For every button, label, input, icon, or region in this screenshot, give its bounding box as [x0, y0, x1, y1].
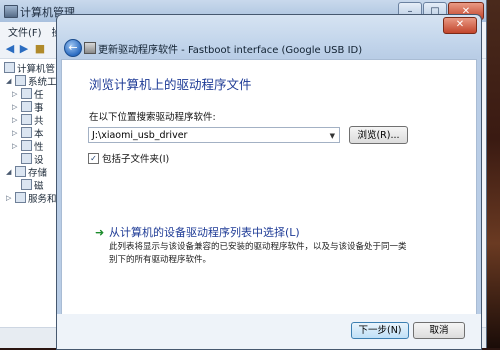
page-heading: 浏览计算机上的驱动程序文件	[89, 77, 252, 92]
tree-item-label: 本	[34, 128, 44, 140]
forward-arrow-icon[interactable]: ▶	[18, 43, 30, 55]
local-users-icon	[21, 127, 32, 138]
shared-folders-icon	[21, 114, 32, 125]
tree-item-label: 性	[34, 141, 44, 153]
expand-arrow-icon[interactable]: ▷	[12, 90, 19, 98]
tree-item[interactable]: 计算机管	[4, 61, 56, 75]
tree-item[interactable]: ▷ 性	[12, 139, 44, 153]
search-location-label: 在以下位置搜索驱动程序软件:	[89, 112, 216, 123]
tree-item-label: 磁	[34, 180, 44, 192]
green-arrow-icon: ➜	[95, 226, 105, 239]
pick-from-list-link[interactable]: 从计算机的设备驱动程序列表中选择(L)	[109, 224, 300, 240]
expand-arrow-icon[interactable]: ▷	[12, 129, 19, 137]
expand-arrow-icon[interactable]: ◢	[6, 77, 13, 85]
expand-arrow-icon[interactable]: ◢	[6, 168, 13, 176]
dropdown-arrow-icon[interactable]: ▼	[330, 128, 335, 144]
tree-item-label: 事	[34, 102, 44, 114]
back-arrow-icon[interactable]: ◀	[4, 43, 16, 55]
device-manager-icon	[21, 153, 32, 164]
driver-path-value: J:\xiaomi_usb_driver	[92, 130, 188, 141]
dialog-footer: 下一步(N) 取消	[57, 314, 481, 349]
computer-icon	[4, 62, 15, 73]
tree-item-label: 任	[34, 89, 44, 101]
storage-icon	[15, 166, 26, 177]
tree-item-label: 共	[34, 115, 44, 127]
menu-file[interactable]: 文件(F)	[4, 23, 46, 40]
computer-management-icon	[4, 5, 18, 18]
back-button[interactable]: ←	[64, 39, 82, 57]
tree-item-label: 计算机管	[17, 63, 56, 75]
tree-item-label: 存储	[28, 167, 48, 179]
include-subfolders-label: 包括子文件夹(I)	[102, 154, 170, 165]
tree-item[interactable]: ▷ 事	[12, 100, 44, 114]
expand-arrow-icon[interactable]: ▷	[12, 103, 19, 111]
tree-item[interactable]: ▷ 服务和	[6, 191, 57, 205]
tree-item[interactable]: ▷ 任	[12, 87, 44, 101]
dialog-content: 浏览计算机上的驱动程序文件 在以下位置搜索驱动程序软件: J:\xiaomi_u…	[61, 59, 477, 315]
driver-path-input[interactable]: J:\xiaomi_usb_driver ▼	[88, 127, 340, 143]
close-icon: ✕	[455, 19, 465, 30]
event-viewer-icon	[21, 101, 32, 112]
expand-arrow-icon[interactable]: ▷	[6, 194, 13, 202]
performance-icon	[21, 140, 32, 151]
back-arrow-icon: ←	[68, 41, 78, 54]
device-icon	[84, 42, 96, 54]
tree-item[interactable]: ▷ 共	[12, 113, 44, 127]
browse-button[interactable]: 浏览(R)...	[349, 126, 408, 144]
tree-item[interactable]: 磁	[21, 178, 44, 192]
expand-arrow-icon[interactable]: ▷	[12, 142, 19, 150]
next-button[interactable]: 下一步(N)	[351, 322, 409, 339]
tools-icon	[15, 75, 26, 86]
tree-item-label: 系统工	[28, 76, 57, 88]
include-subfolders-checkbox[interactable]: ✓	[88, 152, 99, 164]
task-scheduler-icon	[21, 88, 32, 99]
dialog-title: 更新驱动程序软件 - Fastboot interface (Google US…	[98, 45, 363, 56]
tree-item[interactable]: ◢ 存储	[6, 165, 48, 179]
cancel-button[interactable]: 取消	[413, 322, 465, 339]
include-subfolders-option[interactable]: ✓ 包括子文件夹(I)	[88, 151, 169, 165]
folder-up-icon[interactable]: ■	[34, 43, 46, 55]
tree-item-label: 服务和	[28, 193, 57, 205]
tree-item[interactable]: ▷ 本	[12, 126, 44, 140]
tree-item-label: 设	[34, 154, 44, 166]
services-icon	[15, 192, 26, 203]
tree-item[interactable]: ◢ 系统工	[6, 74, 57, 88]
dialog-close-button[interactable]: ✕	[443, 17, 477, 34]
tree-item[interactable]: 设	[21, 152, 44, 166]
console-tree: 计算机管 ◢ 系统工 ▷ 任 ▷ 事 ▷ 共 ▷ 本 ▷ 性 设 ◢ 存储 磁 ▷ 服务和	[0, 59, 57, 348]
update-driver-dialog: ✕ ← 更新驱动程序软件 - Fastboot interface (Googl…	[56, 14, 482, 350]
expand-arrow-icon[interactable]: ▷	[12, 116, 19, 124]
disk-management-icon	[21, 179, 32, 190]
pick-from-list-description: 此列表将显示与该设备兼容的已安装的驱动程序软件，以及与该设备处于同一类别下的所有…	[109, 242, 407, 265]
